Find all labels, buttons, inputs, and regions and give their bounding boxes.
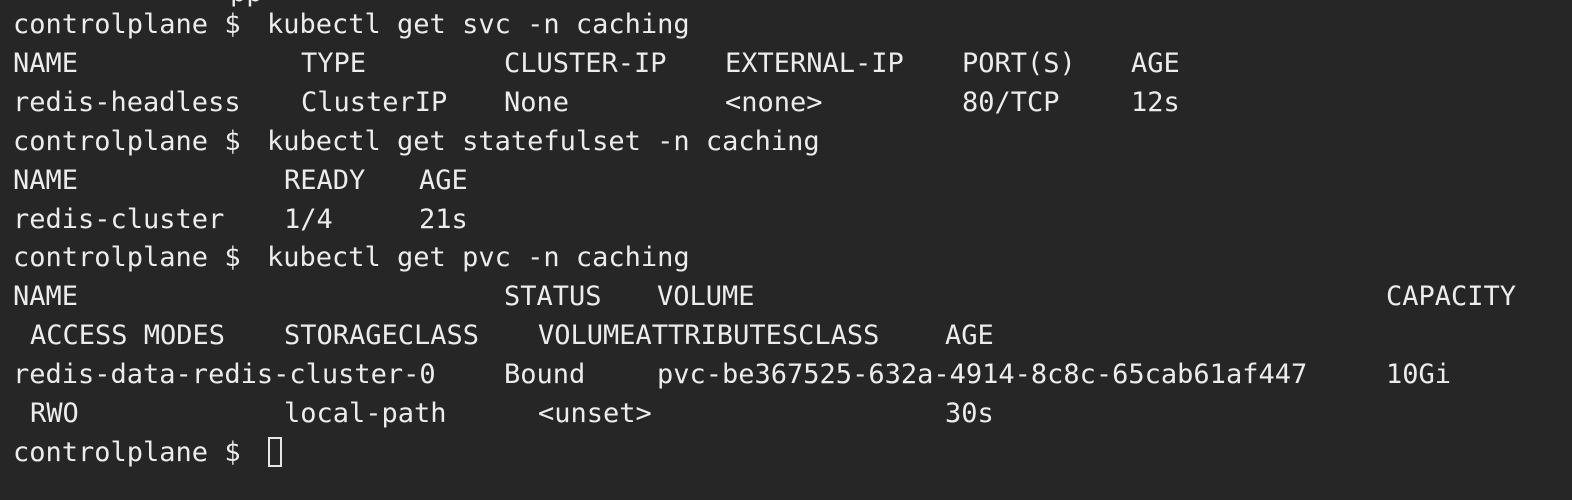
column-header: CAPACITY <box>1386 281 1517 312</box>
table-cell: 30s <box>945 398 994 429</box>
table-cell: redis-cluster <box>13 204 225 235</box>
column-header: EXTERNAL-IP <box>725 48 904 79</box>
column-header: AGE <box>1131 48 1180 79</box>
column-header: TYPE <box>301 48 367 79</box>
column-header: AGE <box>945 320 994 351</box>
table-cell: 1/4 <box>284 204 333 235</box>
pvc-table-row-line-1: redis-data-redis-cluster-0 Bound pvc-be3… <box>13 355 1451 394</box>
table-cell: redis-headless <box>13 87 241 118</box>
table-cell: RWO <box>30 398 79 429</box>
table-cell: 12s <box>1131 87 1180 118</box>
column-header: NAME <box>13 165 79 196</box>
column-header: READY <box>284 165 366 196</box>
table-cell: pvc-be367525-632a-4914-8c8c-65cab61af447 <box>657 359 1308 390</box>
prompt: controlplane $ <box>13 126 241 157</box>
table-cell: 21s <box>419 204 468 235</box>
statefulset-table-header: NAME READY AGE <box>13 161 468 200</box>
column-header: STATUS <box>504 281 602 312</box>
column-header: NAME <box>13 281 79 312</box>
pvc-table-row-line-2: RWO local-path <unset> 30s <box>13 394 994 433</box>
table-cell: <unset> <box>538 398 652 429</box>
statefulset-table-row: redis-cluster 1/4 21s <box>13 200 468 239</box>
prompt: controlplane $ <box>13 242 241 273</box>
command-line-pvc: controlplane $ kubectl get pvc -n cachin… <box>13 238 690 277</box>
column-header: VOLUME <box>657 281 755 312</box>
command-text: kubectl get pvc -n caching <box>267 242 690 273</box>
column-header: CLUSTER-IP <box>504 48 667 79</box>
table-cell: 10Gi <box>1386 359 1452 390</box>
column-header: NAME <box>13 48 79 79</box>
command-text: kubectl get statefulset -n caching <box>267 126 820 157</box>
pvc-table-header-line-2: ACCESS MODES STORAGECLASS VOLUMEATTRIBUT… <box>13 316 994 355</box>
column-header: STORAGECLASS <box>284 320 480 351</box>
table-cell: redis-data-redis-cluster-0 <box>13 359 436 390</box>
column-header: AGE <box>419 165 468 196</box>
terminal-window[interactable]: pp controlplane $ kubectl get svc -n cac… <box>0 0 1572 500</box>
prompt: controlplane $ <box>13 437 241 468</box>
column-header: ACCESS MODES <box>30 320 226 351</box>
svc-table-row: redis-headless ClusterIP None <none> 80/… <box>13 83 1180 122</box>
table-cell: ClusterIP <box>301 87 448 118</box>
command-line-svc: controlplane $ kubectl get svc -n cachin… <box>13 5 690 44</box>
command-line-statefulset: controlplane $ kubectl get statefulset -… <box>13 122 820 161</box>
active-prompt-line[interactable]: controlplane $ <box>13 433 282 472</box>
table-cell: local-path <box>284 398 447 429</box>
command-text: kubectl get svc -n caching <box>267 9 690 40</box>
table-cell: Bound <box>504 359 586 390</box>
column-header: VOLUMEATTRIBUTESCLASS <box>538 320 880 351</box>
table-cell: 80/TCP <box>962 87 1060 118</box>
column-header: PORT(S) <box>962 48 1076 79</box>
text-cursor[interactable] <box>268 437 282 467</box>
prompt: controlplane $ <box>13 9 241 40</box>
svc-table-header: NAME TYPE CLUSTER-IP EXTERNAL-IP PORT(S)… <box>13 44 1180 83</box>
pvc-table-header-line-1: NAME STATUS VOLUME CAPACITY <box>13 277 1516 316</box>
table-cell: <none> <box>725 87 823 118</box>
table-cell: None <box>504 87 570 118</box>
